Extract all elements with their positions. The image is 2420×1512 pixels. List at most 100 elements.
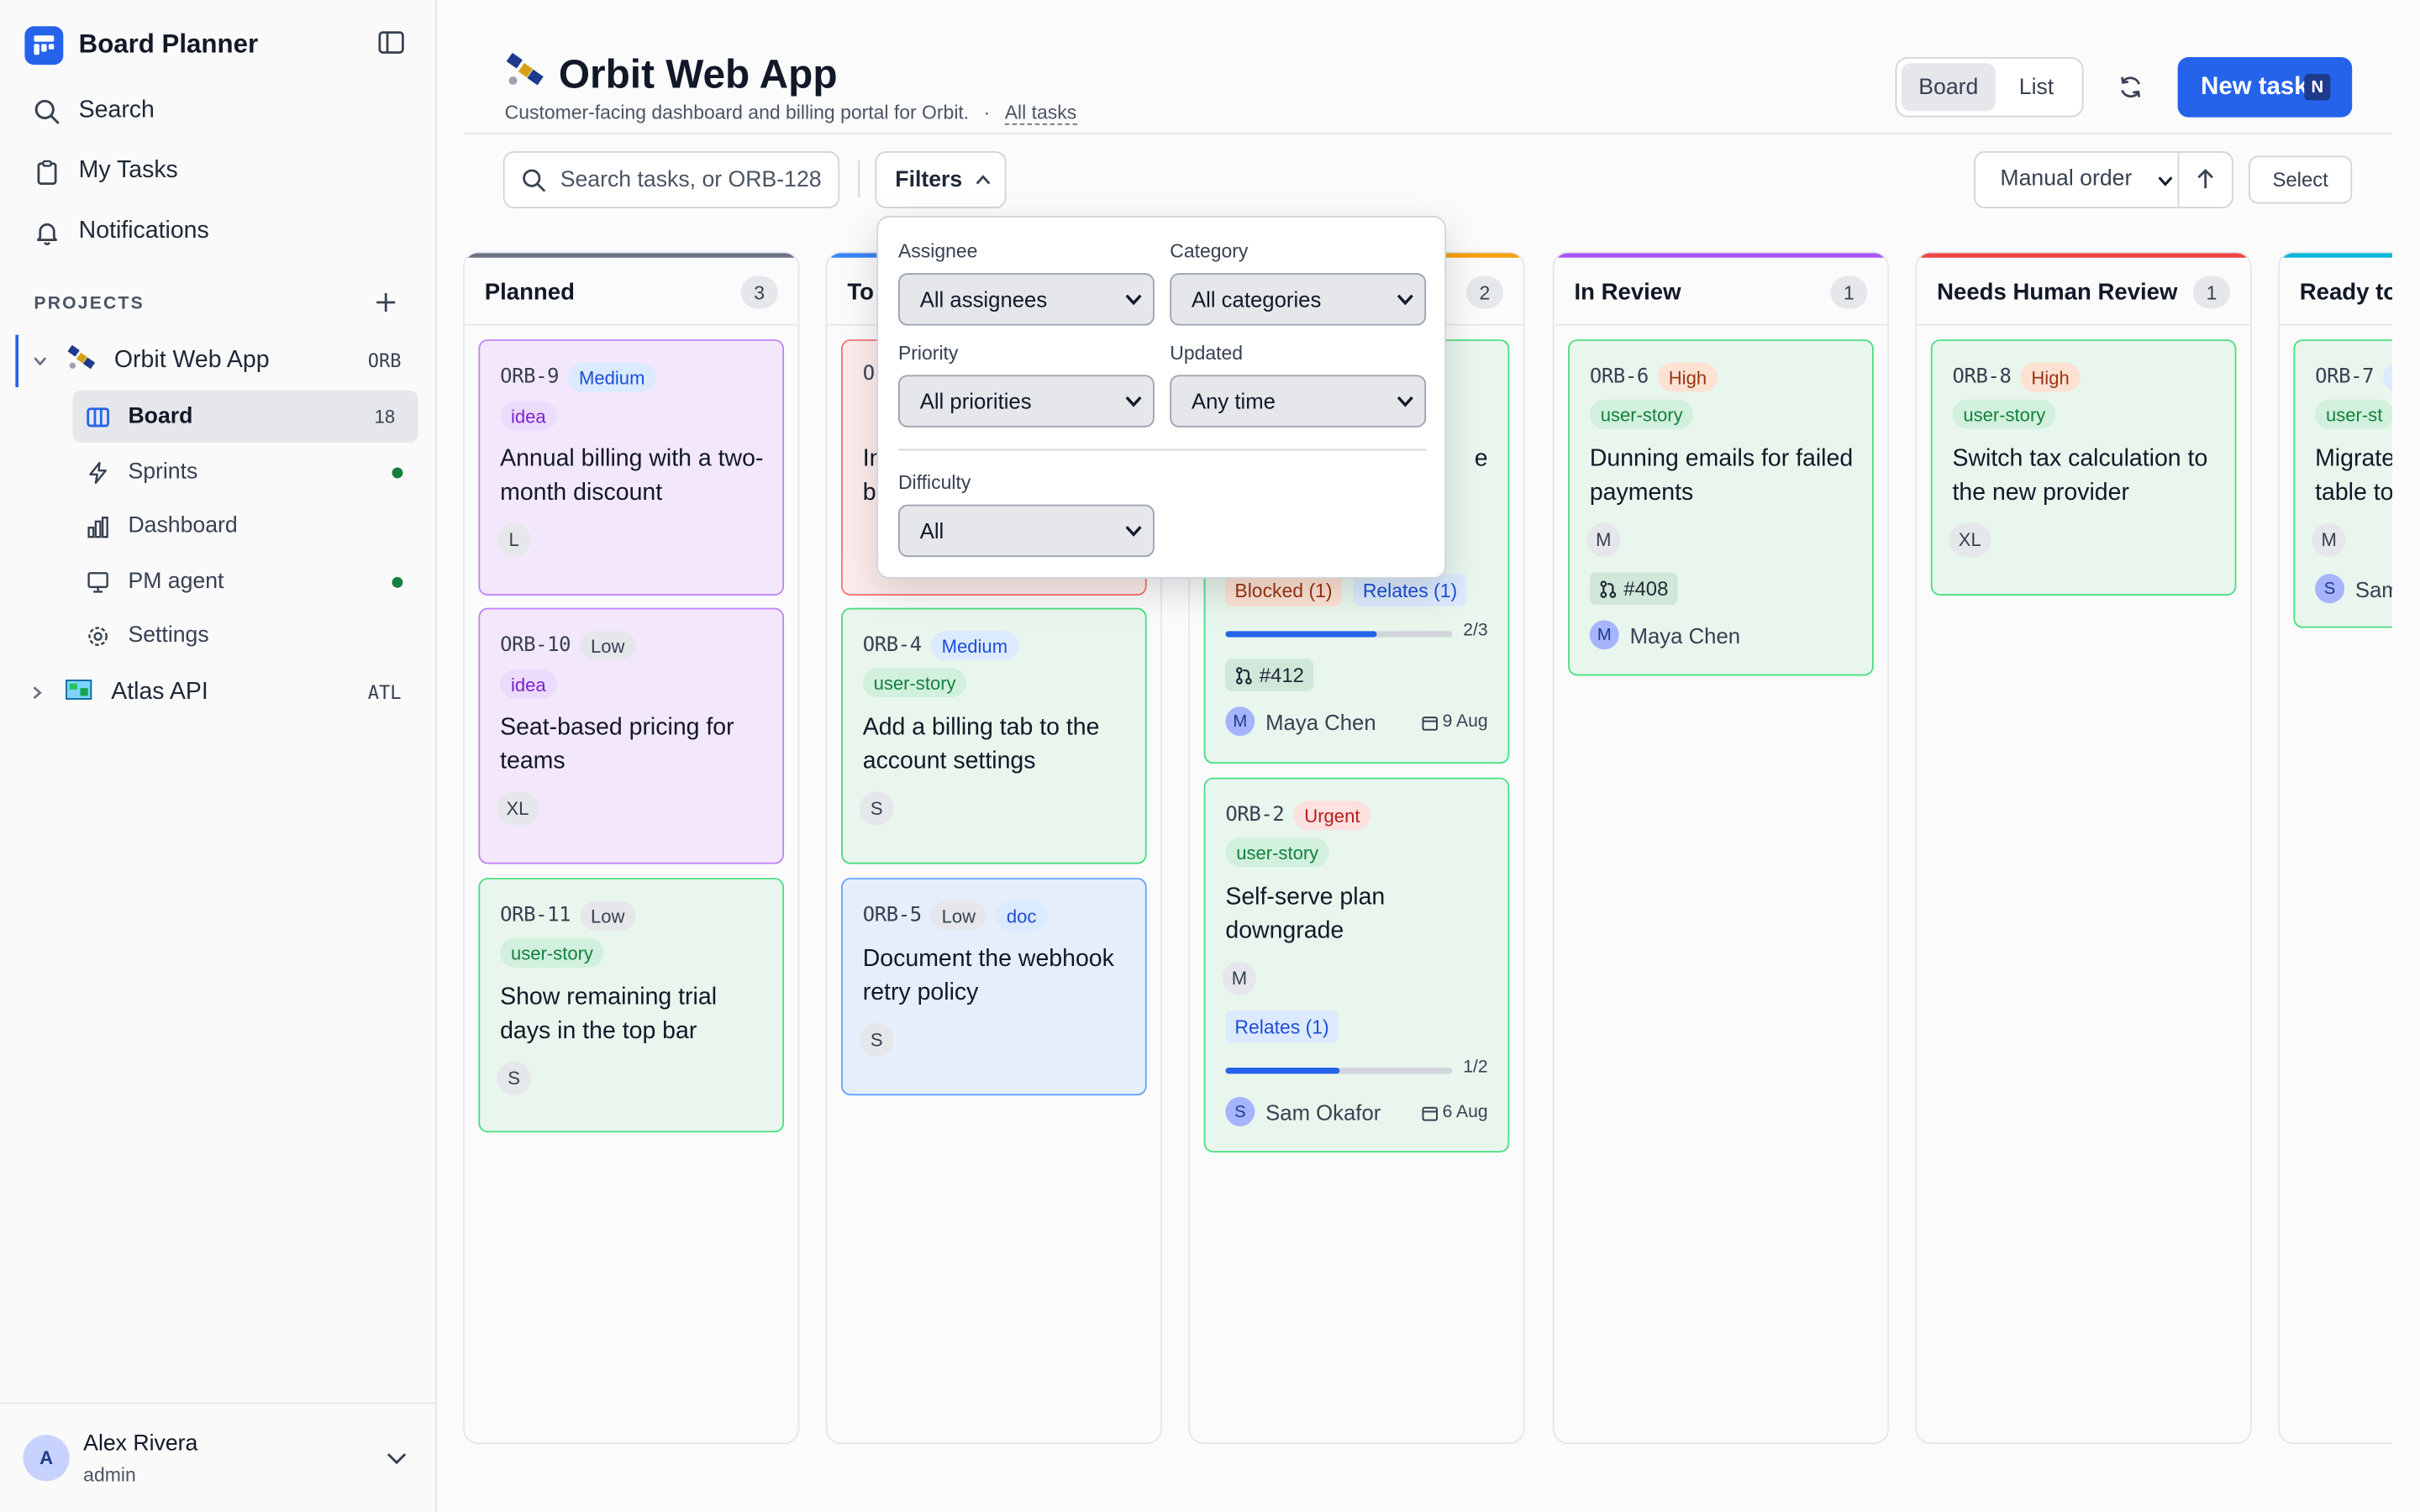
view-board-button[interactable]: Board (1901, 63, 1996, 112)
all-tasks-link[interactable]: All tasks (1004, 102, 1077, 125)
sidebar-item-board[interactable]: Board 18 (72, 390, 418, 444)
task-card[interactable]: ORB-9 Medium idea Annual billing with a … (478, 339, 785, 596)
task-title: Switch tax calculation to the new provid… (1952, 445, 2208, 507)
size-badge: M (2312, 522, 2346, 558)
priority-filter-label: Priority (897, 342, 959, 365)
nav-notifications-label: Notifications (78, 217, 209, 244)
avatar: M (1589, 620, 1619, 650)
updated-filter-select[interactable]: Any time (1170, 375, 1427, 428)
column-count: 1 (2192, 276, 2231, 309)
sidebar-toggle-icon[interactable] (378, 31, 404, 55)
search-input[interactable] (560, 165, 831, 197)
task-card[interactable]: ORB-5 Low doc Document the webhook retry… (841, 878, 1147, 1096)
assignee: S Sam (2315, 574, 2392, 604)
task-card[interactable]: ORB-11 Low user-story Show remaining tri… (478, 878, 785, 1133)
size-badge: L (497, 522, 531, 558)
due-date: 9 Aug (1421, 713, 1488, 732)
task-id: ORB-8 (1952, 365, 2012, 389)
pull-request-badge[interactable]: #408 (1589, 572, 1678, 605)
nav-notifications[interactable]: Notifications (34, 213, 209, 249)
chevron-down-icon (2158, 176, 2173, 186)
view-list-button[interactable]: List (1996, 63, 2077, 111)
difficulty-filter-select[interactable]: All (897, 504, 1155, 558)
sort-order-select[interactable]: Manual order (1974, 150, 2233, 208)
category-filter-label: Category (1170, 240, 1249, 263)
size-badge: S (860, 1022, 894, 1058)
task-card[interactable]: ORB-7 user-st Migrate table to M S Sam (2293, 339, 2392, 628)
task-id: ORB-11 (500, 904, 571, 927)
board-logo-icon (24, 25, 64, 65)
task-id: ORB-5 (862, 904, 922, 927)
refresh-icon[interactable] (2118, 74, 2144, 100)
task-card[interactable]: ORB-10 Low idea Seat-based pricing for t… (478, 607, 785, 864)
relates-badge[interactable]: Relates (1) (1353, 574, 1467, 606)
blocked-badge[interactable]: Blocked (1) (1225, 574, 1342, 606)
project-atlas-api[interactable]: Atlas API ATL (15, 666, 419, 718)
sidebar-item-settings[interactable]: Settings (72, 610, 418, 662)
page-header: Orbit Web App Customer-facing dashboard … (437, 0, 2420, 136)
filters-button[interactable]: Filters (875, 150, 1007, 208)
map-icon (63, 675, 94, 711)
nav-my-tasks[interactable]: My Tasks (34, 153, 178, 190)
size-badge: XL (497, 791, 539, 826)
difficulty-filter-value: All (919, 518, 944, 543)
progress-bar (1225, 1068, 1453, 1074)
category-badge: user-story (1589, 399, 1694, 429)
category-filter-select[interactable]: All categories (1170, 273, 1427, 326)
chevron-down-icon[interactable] (386, 1452, 408, 1466)
new-task-button[interactable]: New task N (2177, 56, 2353, 118)
task-card[interactable]: ORB-4 Medium user-story Add a billing ta… (841, 607, 1147, 864)
filters-divider (897, 449, 1427, 451)
avatar: A (23, 1435, 70, 1482)
monitor-icon (87, 571, 108, 592)
lightning-icon (89, 460, 108, 484)
project-orbit-web-app[interactable]: Orbit Web App ORB (15, 334, 419, 388)
chevron-down-icon[interactable] (33, 354, 48, 369)
avatar: S (1225, 1096, 1255, 1126)
plus-icon[interactable] (375, 291, 397, 313)
priority-badge: Low (580, 631, 636, 661)
size-badge: M (1222, 961, 1257, 995)
task-id: ORB-10 (500, 633, 571, 658)
app-title: Board Planner (78, 29, 259, 59)
task-title: Migrate (2315, 445, 2392, 473)
brand[interactable]: Board Planner (24, 24, 258, 65)
card-meta: ORB-9 Medium (500, 362, 656, 392)
project-code: ATL (367, 681, 402, 704)
task-card[interactable]: ORB-2 Urgent user-story Self-serve plan … (1203, 777, 1510, 1153)
priority-badge: Urgent (1293, 801, 1371, 831)
category-badge: doc (995, 900, 1048, 931)
task-card[interactable]: ORB-8 High user-story Switch tax calcula… (1930, 339, 2237, 596)
sidebar-item-pm-agent[interactable]: PM agent (72, 555, 418, 607)
priority-filter-select[interactable]: All priorities (897, 375, 1155, 428)
assignee-name: Maya Chen (1629, 622, 1741, 648)
sidebar-item-sprints[interactable]: Sprints (72, 446, 418, 498)
nav-search[interactable]: Search (34, 92, 155, 129)
task-title: Document the webhook retry policy (862, 945, 1114, 1006)
chevron-up-icon (975, 175, 990, 185)
progress-label: 1/2 (1463, 1058, 1488, 1078)
task-card[interactable]: ORB-6 High user-story Dunning emails for… (1568, 339, 1874, 676)
pull-request-badge[interactable]: #412 (1225, 659, 1313, 691)
calendar-icon (1421, 716, 1438, 730)
avatar: M (1225, 706, 1255, 737)
category-badge: user-st (2315, 399, 2392, 429)
updated-filter-value: Any time (1191, 388, 1276, 414)
assignee-filter-select[interactable]: All assignees (897, 273, 1155, 326)
task-id: ORB-2 (1225, 803, 1285, 827)
calendar-icon (1421, 1105, 1438, 1121)
task-title: Seat-based pricing for teams (500, 714, 734, 775)
task-title: e (1474, 445, 1488, 473)
column-title: In Review (1574, 279, 1681, 306)
sidebar-item-dashboard[interactable]: Dashboard (72, 500, 418, 552)
card-meta: ORB-8 High (1952, 362, 2081, 392)
arrow-up-icon[interactable] (2196, 168, 2215, 190)
user-menu[interactable]: A Alex Rivera admin (0, 1402, 437, 1512)
search-box[interactable] (502, 150, 840, 208)
select-button[interactable]: Select (2249, 155, 2353, 204)
sort-divider (2177, 152, 2180, 207)
user-name: Alex Rivera (83, 1431, 198, 1457)
view-toggle: Board List (1895, 56, 2084, 118)
chevron-right-icon[interactable] (29, 685, 45, 701)
relates-badge[interactable]: Relates (1) (1225, 1011, 1339, 1043)
